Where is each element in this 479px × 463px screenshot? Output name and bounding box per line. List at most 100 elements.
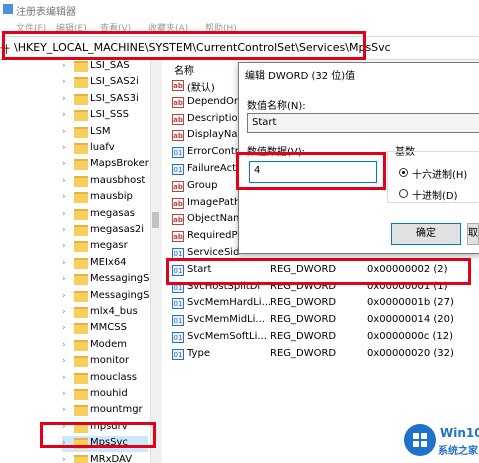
tree-node-label: luafv (90, 142, 115, 153)
chevron-right-icon[interactable]: › (62, 94, 70, 106)
column-header-name[interactable]: 名称 (174, 62, 194, 77)
folder-icon (74, 175, 88, 187)
chevron-right-icon[interactable]: › (62, 176, 70, 188)
value-name: SvcMemHardLi... (187, 297, 272, 309)
chevron-right-icon[interactable]: › (62, 373, 70, 385)
tree-node-label: LSI_SAS2i (90, 76, 139, 88)
windows-logo-icon (404, 424, 436, 456)
chevron-right-icon[interactable]: › (62, 127, 70, 139)
value-data: 0x0000000c (12) (367, 331, 454, 342)
chevron-right-icon[interactable]: › (62, 209, 70, 221)
folder-icon (74, 241, 88, 253)
radio-dec[interactable] (399, 189, 408, 198)
tree-scrollbar-thumb[interactable] (152, 212, 159, 228)
chevron-right-icon[interactable]: › (62, 455, 70, 463)
tree-node-label: mouclass (90, 371, 138, 383)
binary-value-icon: 01 (172, 315, 184, 327)
chevron-right-icon[interactable]: › (62, 61, 70, 73)
string-value-icon: ab (172, 80, 184, 91)
binary-value-icon: 01 (172, 164, 184, 175)
chevron-right-icon[interactable]: › (62, 389, 70, 401)
folder-icon (74, 274, 88, 286)
value-name: ImagePath (187, 196, 241, 208)
string-value-icon: ab (172, 180, 184, 192)
value-name: ErrorContr (187, 146, 239, 158)
tree-node-label: MEIx64 (90, 256, 127, 268)
radio-dec-label[interactable]: 十进制(D) (412, 187, 458, 202)
chevron-right-icon[interactable]: › (62, 192, 70, 204)
value-name: SvcMemMidLi... (187, 314, 265, 326)
value-name: FailureActi (187, 163, 239, 174)
folder-icon (74, 372, 88, 384)
folder-icon (74, 405, 88, 417)
folder-icon (74, 208, 88, 220)
string-value-icon: ab (172, 197, 184, 209)
folder-icon (74, 93, 88, 105)
tree-node-label: mausbhost (90, 174, 146, 186)
chevron-right-icon[interactable]: › (62, 323, 70, 335)
folder-icon (74, 159, 88, 171)
tree-scrollbar[interactable] (150, 60, 162, 463)
data-input-highlight-box (236, 152, 386, 190)
folder-icon (74, 454, 88, 463)
string-value-icon: ab (172, 214, 184, 226)
value-name: Type (187, 347, 210, 359)
chevron-right-icon[interactable]: › (62, 307, 70, 319)
chevron-right-icon[interactable]: › (62, 356, 70, 368)
chevron-right-icon[interactable]: › (62, 258, 70, 270)
folder-icon (74, 290, 88, 302)
radio-hex-label[interactable]: 十六进制(H) (412, 166, 467, 181)
chevron-right-icon[interactable]: › (62, 225, 70, 237)
value-name: DependOn (187, 95, 241, 107)
binary-value-icon: 01 (172, 298, 184, 310)
registry-tree: › LSI_SAS › LSI_SAS2i › LSI_SAS3i › LSI_SSS › LSM… (0, 60, 161, 463)
folder-icon (74, 257, 88, 269)
value-name: (默认) (187, 83, 215, 94)
chevron-right-icon[interactable]: › (62, 405, 70, 417)
tree-node-label: megasas (90, 207, 135, 219)
string-value-icon: ab (172, 96, 184, 108)
chevron-right-icon[interactable]: › (62, 291, 70, 303)
chevron-right-icon[interactable]: › (62, 110, 70, 122)
value-name-label: 数值名称(N): (247, 101, 306, 112)
chevron-right-icon[interactable]: › (62, 77, 70, 89)
value-type: REG_DWORD (270, 297, 337, 309)
value-name: RequiredPr (187, 230, 242, 242)
folder-icon (74, 339, 88, 351)
ok-button[interactable]: 确定 (391, 223, 461, 245)
chevron-right-icon[interactable]: › (62, 241, 70, 253)
folder-icon (74, 323, 88, 335)
tree-node-label: MRxDAV (90, 453, 133, 463)
tree-node-label: Modem (90, 338, 127, 350)
tree-node-label: LSI_SSS (90, 109, 129, 121)
chevron-right-icon[interactable]: › (62, 143, 70, 155)
tree-node-label: LSI_SAS (90, 60, 130, 71)
title-bar: 注册表编辑器 (0, 0, 479, 20)
tree-node-label: mouhid (90, 388, 128, 399)
tree-node-label: mlx4_bus (90, 306, 138, 317)
start-row-highlight-box (166, 258, 471, 285)
value-type: REG_DWORD (270, 314, 337, 326)
tree-node-label: monitor (90, 355, 130, 367)
watermark: Win10 系统之家 (402, 418, 479, 463)
folder-icon (74, 307, 88, 318)
value-type: REG_DWORD (270, 347, 337, 359)
binary-value-icon: 01 (172, 348, 184, 360)
folder-icon (74, 77, 88, 89)
binary-value-icon: 01 (172, 332, 184, 343)
folder-icon (74, 225, 88, 236)
value-name: Group (187, 179, 218, 191)
chevron-right-icon[interactable]: › (62, 274, 70, 286)
cancel-button[interactable]: 取消 (467, 223, 479, 245)
value-data: 0x00000020 (32) (367, 347, 454, 359)
value-type: REG_DWORD (270, 331, 337, 342)
radio-hex[interactable] (399, 168, 408, 177)
value-name: ServiceSid (187, 247, 240, 258)
window-title: 注册表编辑器 (16, 7, 76, 18)
tree-node-label: MapsBroker (90, 158, 149, 170)
watermark-sub: 系统之家 (438, 446, 478, 457)
value-name: Description (187, 112, 244, 124)
chevron-right-icon[interactable]: › (62, 340, 70, 352)
tree-node-label: megasas2i (90, 224, 145, 235)
chevron-right-icon[interactable]: › (62, 159, 70, 171)
